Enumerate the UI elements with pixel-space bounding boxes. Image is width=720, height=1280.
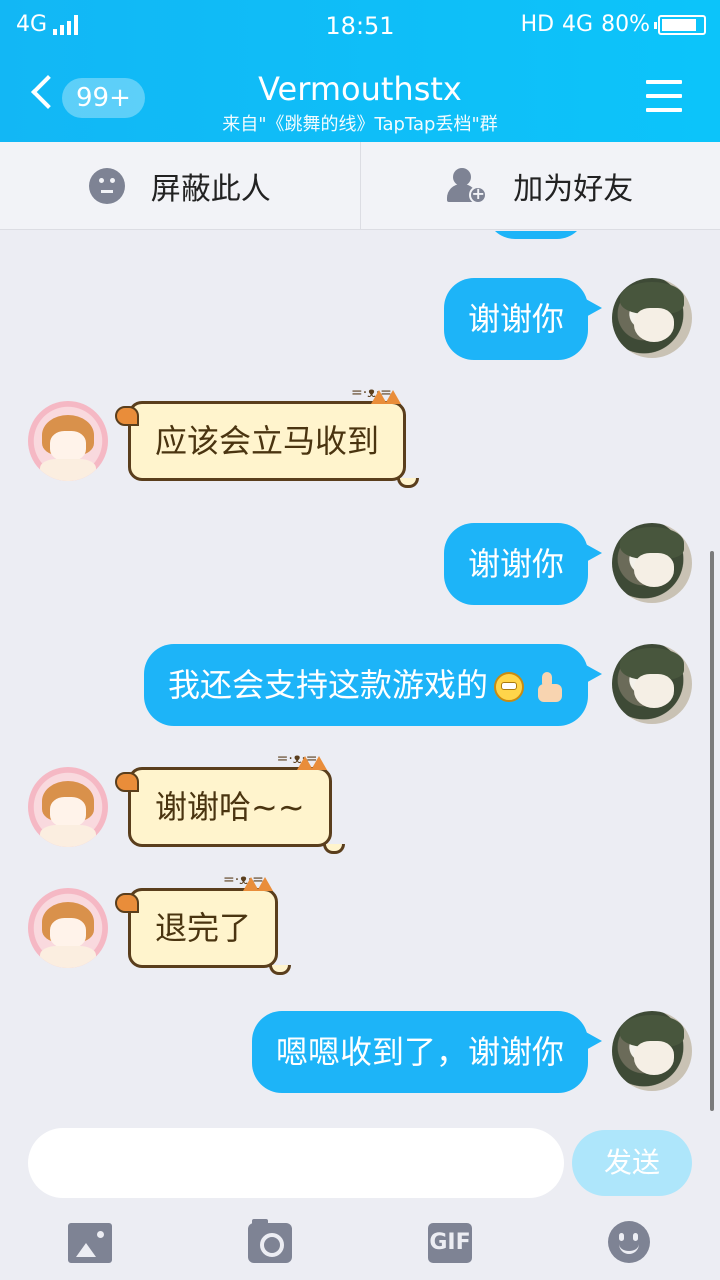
emoji-icon[interactable] [608,1221,650,1263]
network-type: 4G [562,12,594,37]
nav-bar: 99+ Vermouthstx 来自"《跳舞的线》TapTap丢档"群 [0,50,720,142]
chat-title: Vermouthstx [258,70,462,108]
avatar[interactable] [612,644,692,724]
add-friend-button[interactable]: + 加为好友 [359,142,720,229]
message-text: 应该会立马收到 [155,422,380,460]
avatar[interactable] [28,888,108,968]
status-bar: 4G 18:51 HD 4G 80% [0,0,720,50]
message-bubble[interactable]: 谢谢你 [443,523,603,605]
partial-bubble [486,231,586,239]
block-user-button[interactable]: 屏蔽此人 [0,142,360,229]
toolbar: GIF [0,1215,720,1275]
cat-decoration-icon: =·ᴥ·= [351,382,402,404]
message-text: 谢谢哈~~ [155,788,305,826]
message-bubble[interactable]: 我还会支持这款游戏的 [143,644,603,726]
cat-decoration-icon: =·ᴥ·= [223,869,274,891]
input-bar: 发送 GIF [0,1111,720,1280]
scrollbar[interactable] [710,551,714,1111]
message-bubble[interactable]: 谢谢你 [443,278,603,360]
avatar[interactable] [28,767,108,847]
image-icon[interactable] [68,1223,112,1263]
message-bubble[interactable]: 谢谢哈~~ =·ᴥ·= [115,752,345,854]
header: 4G 18:51 HD 4G 80% 99+ Vermouthstx 来自"《跳… [0,0,720,142]
message-bubble[interactable]: 应该会立马收到 =·ᴥ·= [114,386,420,488]
message-bubble[interactable]: 嗯嗯收到了，谢谢你 [251,1011,603,1093]
avatar[interactable] [612,523,692,603]
block-icon [88,167,125,204]
hd-label: HD [520,12,555,37]
battery-icon [654,14,706,35]
gif-icon[interactable]: GIF [428,1223,472,1263]
cat-decoration-icon: =·ᴥ·= [277,748,327,770]
message-text: 我还会支持这款游戏的 [167,666,488,704]
message-bubble[interactable]: 退完了 =·ᴥ·= [114,873,292,975]
send-button[interactable]: 发送 [572,1130,692,1196]
block-label: 屏蔽此人 [150,171,271,207]
avatar[interactable] [612,278,692,358]
chat-subtitle: 来自"《跳舞的线》TapTap丢档"群 [222,114,498,135]
message-text: 退完了 [155,909,252,947]
action-bar: 屏蔽此人 + 加为好友 [0,142,720,230]
add-friend-label: 加为好友 [513,171,634,207]
add-friend-icon: + [447,167,488,204]
thumbs-up-icon [534,672,564,702]
message-input[interactable] [28,1128,564,1198]
camera-icon[interactable] [248,1219,292,1263]
battery-percent: 80% [601,12,650,37]
avatar[interactable] [28,401,108,481]
grin-emoji-icon [494,672,524,702]
avatar[interactable] [612,1011,692,1091]
menu-icon[interactable] [646,80,682,112]
chat-area[interactable]: 谢谢你 应该会立马收到 =·ᴥ·= 谢谢你 我还会支持这款游戏的 谢谢哈~~ =… [0,231,720,1111]
